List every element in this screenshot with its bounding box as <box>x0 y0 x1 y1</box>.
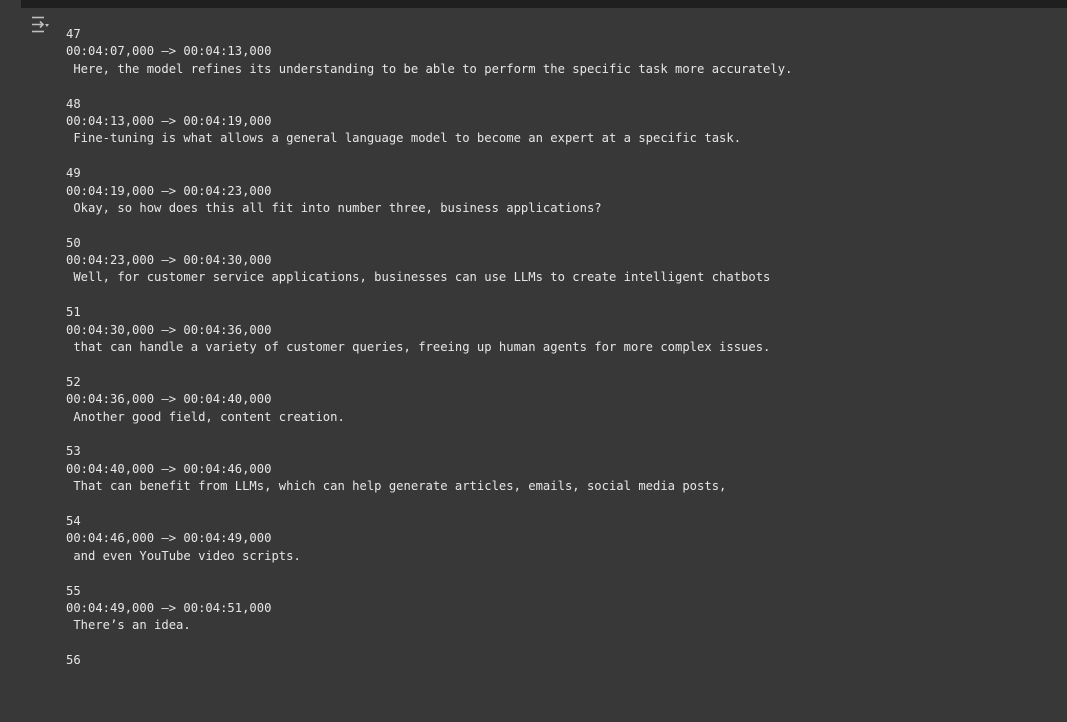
subtitle-index: 52 <box>66 374 81 389</box>
output-collapse-icon[interactable] <box>30 15 52 35</box>
subtitle-index: 47 <box>66 27 81 41</box>
subtitle-text: Okay, so how does this all fit into numb… <box>66 200 602 215</box>
subtitle-text: Fine-tuning is what allows a general lan… <box>66 131 742 146</box>
subtitle-time <box>66 669 792 686</box>
subtitle-text: That can benefit from LLMs, which can he… <box>66 479 727 494</box>
subtitle-text: that can handle a variety of customer qu… <box>66 340 771 355</box>
subtitle-entry: 50 00:04:23,000 —> 00:04:30,000 Well, for… <box>66 235 792 287</box>
subtitle-index: 54 <box>66 513 81 528</box>
subtitle-text: There’s an idea. <box>66 618 191 633</box>
subtitle-text <box>66 687 792 704</box>
subtitle-index: 53 <box>66 444 81 459</box>
subtitle-entry: 51 00:04:30,000 —> 00:04:36,000 that can … <box>66 304 792 356</box>
subtitle-text: Here, the model refines its understandin… <box>66 61 793 76</box>
subtitle-entry: 55 00:04:49,000 —> 00:04:51,000 There’s a… <box>66 583 792 635</box>
subtitle-time: 00:04:19,000 —> 00:04:23,000 <box>66 183 272 198</box>
subtitle-index: 50 <box>66 235 81 250</box>
subtitle-time: 00:04:40,000 —> 00:04:46,000 <box>66 461 272 476</box>
subtitle-entry: 54 00:04:46,000 —> 00:04:49,000 and even … <box>66 513 792 565</box>
subtitle-time: 00:04:49,000 —> 00:04:51,000 <box>66 600 272 615</box>
subtitle-time: 00:04:13,000 —> 00:04:19,000 <box>66 113 272 128</box>
subtitle-text: and even YouTube video scripts. <box>66 548 301 563</box>
subtitle-entry: 56 <box>66 652 792 704</box>
subtitle-time: 00:04:46,000 —> 00:04:49,000 <box>66 531 272 546</box>
subtitle-entry: 47 00:04:07,000 —> 00:04:13,000 Here, the… <box>66 26 792 78</box>
subtitle-time: 00:04:23,000 —> 00:04:30,000 <box>66 253 272 268</box>
cell-top-bar <box>21 0 1067 8</box>
subtitle-index: 49 <box>66 166 81 181</box>
subtitle-time: 00:04:30,000 —> 00:04:36,000 <box>66 322 272 337</box>
subtitle-text: Another good field, content creation. <box>66 409 345 424</box>
subtitle-entry: 49 00:04:19,000 —> 00:04:23,000 Okay, so … <box>66 165 792 217</box>
subtitle-entry: 53 00:04:40,000 —> 00:04:46,000 That can … <box>66 443 792 495</box>
subtitle-time: 00:04:07,000 —> 00:04:13,000 <box>66 44 272 59</box>
cell-output: 47 00:04:07,000 —> 00:04:13,000 Here, the… <box>66 26 792 722</box>
subtitle-index: 51 <box>66 305 81 320</box>
subtitle-index: 48 <box>66 96 81 111</box>
subtitle-entry: 52 00:04:36,000 —> 00:04:40,000 Another g… <box>66 374 792 426</box>
subtitle-text: Well, for customer service applications,… <box>66 270 771 285</box>
subtitle-entry: 48 00:04:13,000 —> 00:04:19,000 Fine-tuni… <box>66 96 792 148</box>
subtitle-time: 00:04:36,000 —> 00:04:40,000 <box>66 392 272 407</box>
subtitle-index: 55 <box>66 583 81 598</box>
